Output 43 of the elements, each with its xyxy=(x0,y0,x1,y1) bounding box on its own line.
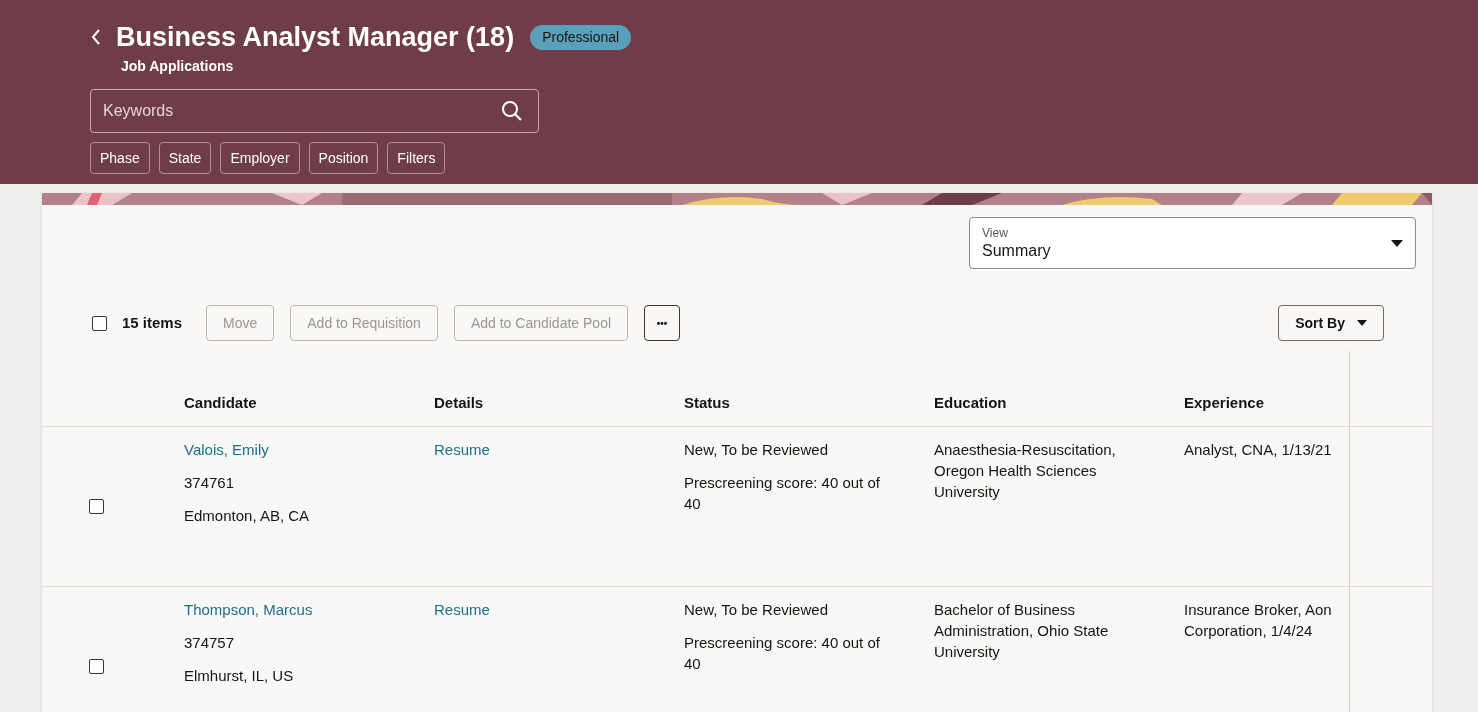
column-header: Education xyxy=(934,393,1008,414)
filter-chip[interactable]: Filters xyxy=(387,142,446,174)
filter-chip[interactable]: State xyxy=(158,142,212,174)
filter-chip[interactable]: Employer xyxy=(220,142,300,174)
filter-chip[interactable]: Phase xyxy=(90,142,150,174)
column-header: Details xyxy=(434,393,485,414)
resume-link[interactable]: Resume xyxy=(434,441,490,458)
candidate-link[interactable]: Valois, Emily xyxy=(184,439,269,460)
table-cell: Analyst, CNA, 1/13/21 xyxy=(1184,441,1332,458)
table-cell: Anaesthesia-Resuscitation, Oregon Health Sciences University xyxy=(934,441,1116,500)
column-header: Candidate xyxy=(184,393,258,414)
table-cell-text: Prescreening score: 40 out of 40 xyxy=(684,473,881,514)
sort-button[interactable]: Sort By xyxy=(1278,305,1384,341)
view-label: View xyxy=(982,225,1009,241)
caret-icon xyxy=(1391,239,1403,247)
resume-link[interactable]: Resume xyxy=(434,601,490,618)
item-count: 15 items xyxy=(122,312,183,333)
candidate-link[interactable]: Thompson, Marcus xyxy=(184,599,313,620)
table-cell-text: 374761 xyxy=(184,473,236,493)
table-cell-text: Elmhurst, IL, US xyxy=(184,666,295,686)
checkbox[interactable] xyxy=(89,499,104,514)
page-title: Business Analyst Manager (18) xyxy=(116,21,515,54)
table-cell-text: New, To be Reviewed xyxy=(684,600,829,620)
filter-chip[interactable]: Position xyxy=(308,142,379,174)
search-field[interactable]: Keywords xyxy=(90,89,539,133)
category-badge: Professional xyxy=(530,24,632,50)
column-header: Status xyxy=(684,393,731,414)
column-header: Experience xyxy=(1184,393,1266,414)
more-button[interactable]: ••• xyxy=(644,305,681,341)
checkbox[interactable] xyxy=(89,659,104,674)
search-icon[interactable] xyxy=(501,100,523,122)
page-subtitle: Job Applications xyxy=(121,57,235,76)
view-value: Summary xyxy=(982,240,1051,261)
caret-icon xyxy=(1357,320,1367,326)
table-cell-text: Prescreening score: 40 out of 40 xyxy=(684,633,881,674)
checkbox[interactable] xyxy=(92,315,107,331)
view-select[interactable]: View Summary xyxy=(969,217,1416,269)
table-cell-text: New, To be Reviewed xyxy=(684,440,829,460)
table-cell-text: Edmonton, AB, CA xyxy=(184,506,311,526)
table-cell: Insurance Broker, Aon Corporation, 1/4/24 xyxy=(1184,601,1332,639)
table-cell-text: 374757 xyxy=(184,633,236,653)
table-cell: Bachelor of Business Administration, Ohio State University xyxy=(934,601,1109,660)
back-icon[interactable] xyxy=(90,28,102,46)
